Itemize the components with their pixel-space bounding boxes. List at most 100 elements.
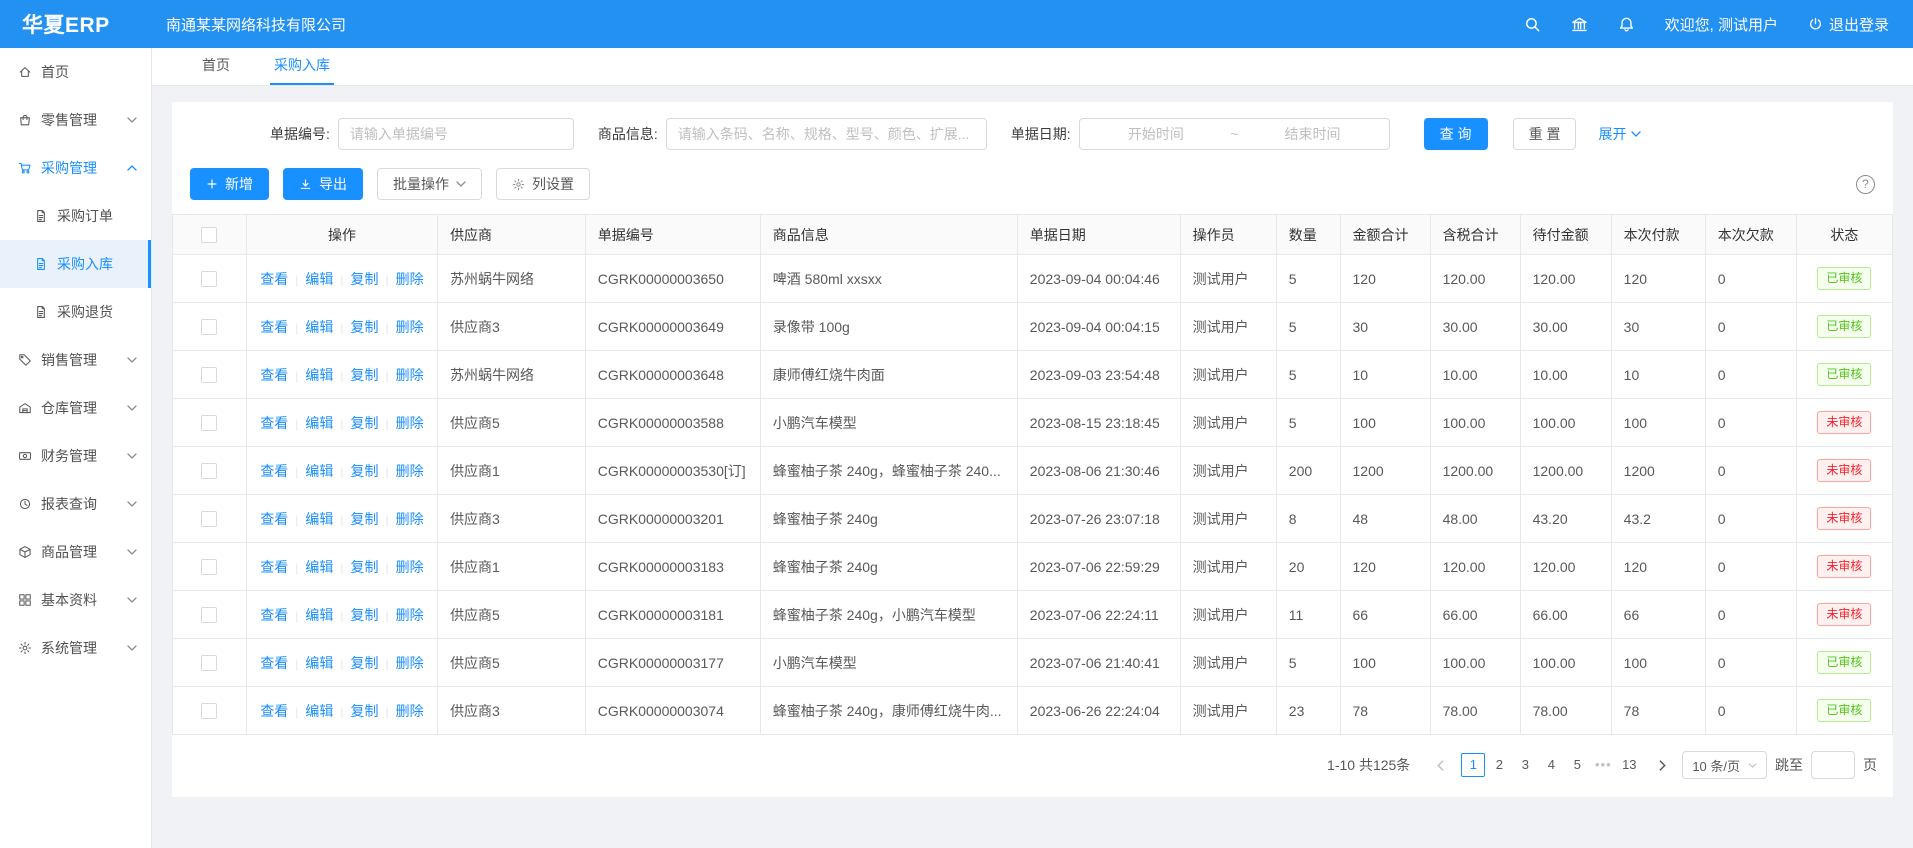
row-action-edit[interactable]: 编辑 <box>305 655 333 671</box>
bank-icon[interactable] <box>1571 16 1588 33</box>
row-checkbox[interactable] <box>201 415 217 431</box>
row-action-edit[interactable]: 编辑 <box>305 607 333 623</box>
row-action-copy[interactable]: 复制 <box>351 319 379 335</box>
select-all-checkbox[interactable] <box>201 227 217 243</box>
column-settings-button[interactable]: 列设置 <box>496 168 590 200</box>
sidebar-item-system[interactable]: 系统管理 <box>0 624 151 672</box>
row-checkbox[interactable] <box>201 703 217 719</box>
bill-no-input[interactable] <box>338 118 574 150</box>
end-date-input[interactable] <box>1242 126 1382 142</box>
table-row: 查看|编辑|复制|删除供应商3CGRK00000003074蜂蜜柚子茶 240g… <box>173 687 1893 735</box>
row-checkbox[interactable] <box>201 463 217 479</box>
page-button[interactable]: 13 <box>1617 753 1641 777</box>
page-button[interactable]: 3 <box>1513 753 1537 777</box>
cell-amount: 66 <box>1340 591 1430 639</box>
page-button[interactable]: 1 <box>1461 753 1485 777</box>
row-action-copy[interactable]: 复制 <box>351 511 379 527</box>
help-icon[interactable]: ? <box>1856 175 1875 194</box>
bill-no-label: 单据编号: <box>270 124 330 144</box>
row-action-delete[interactable]: 删除 <box>396 559 424 575</box>
row-checkbox[interactable] <box>201 607 217 623</box>
row-action-edit[interactable]: 编辑 <box>305 463 333 479</box>
row-action-view[interactable]: 查看 <box>260 463 288 479</box>
row-action-copy[interactable]: 复制 <box>351 655 379 671</box>
row-action-view[interactable]: 查看 <box>260 655 288 671</box>
prev-page-button[interactable] <box>1428 753 1452 777</box>
date-range-picker[interactable]: ~ <box>1079 118 1390 150</box>
logout-button[interactable]: 退出登录 <box>1808 14 1889 35</box>
row-action-edit[interactable]: 编辑 <box>305 319 333 335</box>
sidebar-item-warehouse[interactable]: 仓库管理 <box>0 384 151 432</box>
row-action-view[interactable]: 查看 <box>260 415 288 431</box>
row-action-copy[interactable]: 复制 <box>351 415 379 431</box>
row-action-delete[interactable]: 删除 <box>396 655 424 671</box>
tab-home[interactable]: 首页 <box>198 47 234 85</box>
row-action-copy[interactable]: 复制 <box>351 559 379 575</box>
tab-purchase-inbound[interactable]: 采购入库 <box>270 47 334 85</box>
row-action-view[interactable]: 查看 <box>260 607 288 623</box>
batch-operations-button[interactable]: 批量操作 <box>377 168 482 200</box>
export-button[interactable]: 导出 <box>283 168 363 200</box>
row-action-copy[interactable]: 复制 <box>351 607 379 623</box>
row-action-view[interactable]: 查看 <box>260 319 288 335</box>
row-checkbox[interactable] <box>201 271 217 287</box>
row-action-view[interactable]: 查看 <box>260 511 288 527</box>
row-action-edit[interactable]: 编辑 <box>305 559 333 575</box>
row-action-edit[interactable]: 编辑 <box>305 703 333 719</box>
row-action-view[interactable]: 查看 <box>260 559 288 575</box>
start-date-input[interactable] <box>1086 126 1226 142</box>
sidebar-item-purchase[interactable]: 采购管理 <box>0 144 151 192</box>
row-action-copy[interactable]: 复制 <box>351 703 379 719</box>
row-action-delete[interactable]: 删除 <box>396 703 424 719</box>
sidebar-item-retail[interactable]: 零售管理 <box>0 96 151 144</box>
page-button[interactable]: 4 <box>1539 753 1563 777</box>
app-logo[interactable]: 华夏ERP <box>0 9 152 39</box>
sidebar-item-home[interactable]: 首页 <box>0 48 151 96</box>
row-action-copy[interactable]: 复制 <box>351 367 379 383</box>
row-action-edit[interactable]: 编辑 <box>305 367 333 383</box>
row-action-view[interactable]: 查看 <box>260 703 288 719</box>
sidebar-item-sales[interactable]: 销售管理 <box>0 336 151 384</box>
row-action-copy[interactable]: 复制 <box>351 463 379 479</box>
sidebar-item-goods[interactable]: 商品管理 <box>0 528 151 576</box>
expand-link[interactable]: 展开 <box>1598 124 1641 144</box>
page-size-select[interactable]: 10 条/页 <box>1682 751 1767 779</box>
row-action-delete[interactable]: 删除 <box>396 319 424 335</box>
next-page-button[interactable] <box>1650 753 1674 777</box>
sidebar-item-report[interactable]: 报表查询 <box>0 480 151 528</box>
row-action-view[interactable]: 查看 <box>260 271 288 287</box>
sidebar-item-purchase-inbound[interactable]: 采购入库 <box>0 240 151 288</box>
row-action-delete[interactable]: 删除 <box>396 607 424 623</box>
sidebar-item-finance[interactable]: 财务管理 <box>0 432 151 480</box>
jump-page-input[interactable] <box>1811 751 1855 779</box>
search-button[interactable]: 查 询 <box>1424 118 1488 150</box>
row-action-delete[interactable]: 删除 <box>396 271 424 287</box>
row-checkbox[interactable] <box>201 511 217 527</box>
sidebar-item-purchase-return[interactable]: 采购退货 <box>0 288 151 336</box>
add-button[interactable]: 新增 <box>190 168 269 200</box>
page-button[interactable]: 5 <box>1565 753 1589 777</box>
row-action-delete[interactable]: 删除 <box>396 367 424 383</box>
cell-date: 2023-07-06 21:40:41 <box>1017 639 1180 687</box>
row-action-view[interactable]: 查看 <box>260 367 288 383</box>
row-action-delete[interactable]: 删除 <box>396 511 424 527</box>
row-action-edit[interactable]: 编辑 <box>305 415 333 431</box>
page-button[interactable]: 2 <box>1487 753 1511 777</box>
row-action-edit[interactable]: 编辑 <box>305 271 333 287</box>
row-checkbox[interactable] <box>201 367 217 383</box>
sidebar-item-purchase-order[interactable]: 采购订单 <box>0 192 151 240</box>
row-action-copy[interactable]: 复制 <box>351 271 379 287</box>
row-action-edit[interactable]: 编辑 <box>305 511 333 527</box>
row-action-delete[interactable]: 删除 <box>396 415 424 431</box>
material-info-input[interactable] <box>666 118 987 150</box>
bell-icon[interactable] <box>1618 16 1635 33</box>
row-checkbox[interactable] <box>201 655 217 671</box>
sidebar-item-basic-data[interactable]: 基本资料 <box>0 576 151 624</box>
row-action-delete[interactable]: 删除 <box>396 463 424 479</box>
reset-button[interactable]: 重 置 <box>1513 118 1577 150</box>
row-checkbox[interactable] <box>201 319 217 335</box>
action-divider: | <box>295 705 298 719</box>
row-checkbox[interactable] <box>201 559 217 575</box>
search-icon[interactable] <box>1524 16 1541 33</box>
table-row: 查看|编辑|复制|删除供应商5CGRK00000003181蜂蜜柚子茶 240g… <box>173 591 1893 639</box>
